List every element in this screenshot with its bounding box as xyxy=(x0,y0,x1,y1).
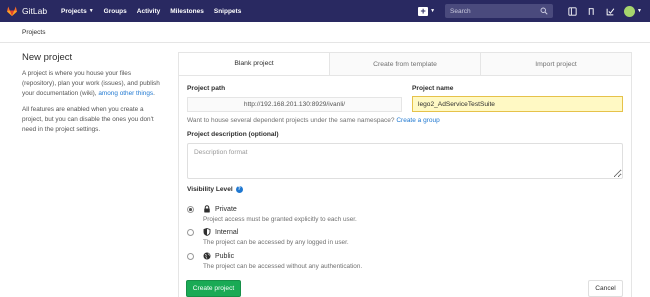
group-hint: Want to house several dependent projects… xyxy=(187,117,440,124)
cancel-button[interactable]: Cancel xyxy=(588,280,623,297)
public-title: Public xyxy=(215,252,235,260)
nav-projects[interactable]: Projects ▼ xyxy=(61,8,94,15)
search-input[interactable]: Search xyxy=(445,4,554,18)
gitlab-logo[interactable]: GitLab xyxy=(6,5,61,17)
avatar xyxy=(624,5,636,17)
create-group-link[interactable]: Create a group xyxy=(396,117,439,124)
navbar-right: + ▼ Search ▼ xyxy=(418,0,642,22)
breadcrumb[interactable]: Projects xyxy=(22,29,45,36)
nav-projects-label: Projects xyxy=(61,7,87,15)
merge-request-icon xyxy=(588,7,594,15)
project-path-label: Project path xyxy=(187,85,226,92)
user-menu[interactable]: ▼ xyxy=(624,5,642,17)
brand-name: GitLab xyxy=(22,6,48,16)
sidebar-toggle-button[interactable] xyxy=(564,0,580,22)
public-radio[interactable] xyxy=(187,253,194,260)
private-option-body: Private Project access must be granted e… xyxy=(203,205,357,223)
breadcrumb-bar: Projects xyxy=(0,22,650,43)
merge-requests-button[interactable] xyxy=(583,0,599,22)
sidebar-icon xyxy=(567,6,577,16)
tab-import-project[interactable]: Import project xyxy=(480,53,631,75)
private-title: Private xyxy=(215,205,237,213)
intro-column: New project A project is where you house… xyxy=(22,52,162,140)
top-navbar: GitLab Projects ▼ Groups Activity Milest… xyxy=(0,0,650,22)
intro-paragraph-1: A project is where you house your files … xyxy=(22,69,162,100)
visibility-option-private[interactable]: Private Project access must be granted e… xyxy=(187,205,357,223)
visibility-label-text: Visibility Level xyxy=(187,186,233,193)
intro-period: . xyxy=(153,90,155,98)
public-title-row: Public xyxy=(203,252,362,260)
project-path-field[interactable]: http://192.168.201.130:8929/ivanli/ xyxy=(187,97,402,112)
public-description: The project can be accessed without any … xyxy=(203,263,363,270)
new-dropdown-button[interactable]: + ▼ xyxy=(418,6,436,16)
nav-snippets[interactable]: Snippets xyxy=(214,8,241,15)
panel-border xyxy=(178,76,179,297)
private-title-row: Private xyxy=(203,205,357,213)
tab-blank-project[interactable]: Blank project xyxy=(179,53,329,75)
internal-title-row: Internal xyxy=(203,228,349,236)
nav-milestones[interactable]: Milestones xyxy=(170,8,204,15)
project-name-input[interactable] xyxy=(412,96,623,112)
create-project-button[interactable]: Create project xyxy=(186,280,241,297)
description-label: Project description (optional) xyxy=(187,131,279,138)
chevron-down-icon: ▼ xyxy=(88,8,94,14)
search-icon xyxy=(540,7,548,15)
plus-icon: + xyxy=(418,6,429,16)
shield-icon xyxy=(203,228,211,236)
group-hint-text: Want to house several dependent projects… xyxy=(187,117,395,124)
private-description: Project access must be granted explicitl… xyxy=(203,216,357,223)
internal-radio[interactable] xyxy=(187,229,194,236)
public-option-body: Public The project can be accessed witho… xyxy=(203,252,362,270)
panel-border xyxy=(631,76,632,297)
visibility-level-label: Visibility Level ? xyxy=(187,186,243,193)
internal-title: Internal xyxy=(215,228,239,236)
gitlab-fox-icon xyxy=(7,6,17,16)
internal-description: The project can be accessed by any logge… xyxy=(203,239,349,246)
lock-icon xyxy=(204,205,210,213)
chevron-down-icon: ▼ xyxy=(637,8,642,14)
tab-create-from-template[interactable]: Create from template xyxy=(329,53,480,75)
nav-groups[interactable]: Groups xyxy=(104,8,127,15)
todos-button[interactable] xyxy=(602,0,618,22)
project-type-tabs: Blank project Create from template Impor… xyxy=(178,52,632,76)
intro-paragraph-2: All features are enabled when you create… xyxy=(22,105,154,134)
page-title: New project xyxy=(22,52,73,63)
internal-option-body: Internal The project can be accessed by … xyxy=(203,228,349,246)
among-other-things-link[interactable]: among other things xyxy=(98,90,153,97)
visibility-option-internal[interactable]: Internal The project can be accessed by … xyxy=(187,228,349,246)
main-nav: Projects ▼ Groups Activity Milestones Sn… xyxy=(61,8,251,15)
search-placeholder: Search xyxy=(450,7,471,15)
project-description-textarea[interactable] xyxy=(187,143,623,179)
globe-icon xyxy=(203,252,211,260)
visibility-option-public[interactable]: Public The project can be accessed witho… xyxy=(187,252,362,270)
project-name-label: Project name xyxy=(412,85,454,92)
help-icon[interactable]: ? xyxy=(235,186,243,193)
nav-activity[interactable]: Activity xyxy=(137,8,160,15)
chevron-down-icon: ▼ xyxy=(430,8,436,14)
todo-check-icon xyxy=(606,7,614,15)
private-radio[interactable] xyxy=(187,206,194,213)
